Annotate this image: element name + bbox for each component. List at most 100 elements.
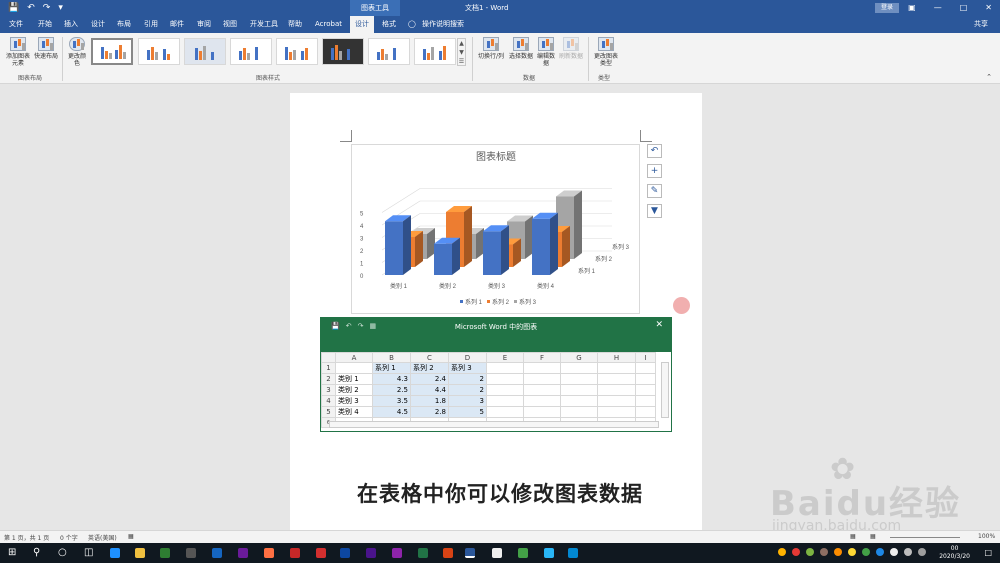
column-header[interactable]: A — [335, 352, 373, 363]
chart-style-4[interactable] — [230, 38, 272, 65]
close-icon[interactable]: ✕ — [985, 0, 992, 16]
word-count[interactable]: 0 个字 — [60, 533, 78, 542]
vertical-scrollbar[interactable] — [661, 362, 669, 418]
mail-icon[interactable] — [186, 548, 196, 558]
cell[interactable]: 3.5 — [372, 395, 411, 407]
page-count[interactable]: 第 1 页，共 1 页 — [4, 533, 49, 542]
column-header[interactable]: B — [372, 352, 411, 363]
photoshop-icon[interactable] — [340, 548, 350, 558]
tray-icon[interactable] — [834, 548, 842, 556]
excel-icon[interactable] — [418, 548, 428, 558]
cell[interactable] — [486, 362, 524, 374]
row-header[interactable]: 4 — [321, 395, 336, 407]
excel-close-icon[interactable]: ✕ — [655, 320, 663, 330]
cell[interactable] — [635, 406, 656, 418]
cell[interactable] — [560, 362, 598, 374]
ribbon-display-icon[interactable]: ▣ — [908, 0, 916, 16]
column-header[interactable]: C — [410, 352, 449, 363]
cortana-icon[interactable]: ○ — [58, 547, 67, 558]
wechat-icon[interactable] — [518, 548, 528, 558]
search-icon[interactable]: ⚲ — [33, 547, 40, 558]
row-header[interactable]: 3 — [321, 384, 336, 396]
language[interactable]: 英语(美国) — [88, 533, 117, 542]
tray-icon[interactable] — [806, 548, 814, 556]
tab-home[interactable]: 开始 — [38, 16, 52, 33]
cell[interactable]: 系列 2 — [410, 362, 449, 374]
login-button[interactable]: 登录 — [875, 3, 899, 13]
gallery-scroll[interactable]: ▲ ▼ ☰ — [457, 38, 466, 66]
column-header[interactable]: D — [448, 352, 487, 363]
cell[interactable]: 2.8 — [410, 406, 449, 418]
cell[interactable] — [560, 373, 598, 385]
word-icon[interactable] — [465, 548, 475, 558]
cell[interactable] — [597, 384, 636, 396]
excel-grid[interactable]: A B C D E F G H I 1 系列 1 系列 2 系列 3 2 类别 … — [321, 352, 656, 428]
column-header[interactable]: H — [597, 352, 636, 363]
tab-mailings[interactable]: 邮件 — [170, 16, 184, 33]
cell[interactable]: 4.4 — [410, 384, 449, 396]
cell[interactable]: 类别 3 — [335, 395, 373, 407]
select-data-button[interactable]: 选择数据 — [507, 37, 535, 60]
accessibility-icon[interactable]: ▦ — [128, 533, 134, 540]
customize-icon[interactable]: ▾ — [58, 3, 63, 13]
row-header[interactable]: 5 — [321, 406, 336, 418]
cell[interactable] — [597, 373, 636, 385]
app-icon[interactable] — [492, 548, 502, 558]
cell[interactable] — [597, 362, 636, 374]
tell-me-search[interactable]: 操作说明搜索 — [422, 16, 464, 33]
tray-icon[interactable] — [890, 548, 898, 556]
chart-styles-brush-icon[interactable]: ✎ — [647, 184, 662, 198]
chart-filter-icon[interactable]: ▼ — [647, 204, 662, 218]
explorer-icon[interactable] — [135, 548, 145, 558]
cell[interactable]: 类别 4 — [335, 406, 373, 418]
cell[interactable]: 2.4 — [410, 373, 449, 385]
tray-icon[interactable] — [820, 548, 828, 556]
app-icon[interactable] — [160, 548, 170, 558]
tray-icon[interactable] — [848, 548, 856, 556]
app-icon[interactable] — [238, 548, 248, 558]
tab-references[interactable]: 引用 — [144, 16, 158, 33]
redo-icon[interactable]: ↷ — [43, 3, 51, 13]
tab-help[interactable]: 帮助 — [288, 16, 302, 33]
quick-layout-button[interactable]: 快速布局 — [33, 37, 59, 60]
start-icon[interactable]: ⊞ — [8, 547, 16, 558]
tab-insert[interactable]: 插入 — [64, 16, 78, 33]
tab-design[interactable]: 设计 — [91, 16, 105, 33]
tab-acrobat[interactable]: Acrobat — [315, 16, 342, 33]
cell[interactable]: 系列 3 — [448, 362, 487, 374]
cell[interactable] — [635, 362, 656, 374]
cell[interactable]: 2 — [448, 373, 487, 385]
minimize-icon[interactable]: — — [934, 0, 942, 16]
chart-style-1[interactable] — [91, 38, 133, 65]
cell[interactable] — [335, 362, 373, 374]
tray-icon[interactable] — [862, 548, 870, 556]
chart-style-5[interactable] — [276, 38, 318, 65]
cell[interactable] — [635, 384, 656, 396]
app-icon[interactable] — [392, 548, 402, 558]
select-all-corner[interactable] — [321, 352, 336, 363]
collapse-ribbon-icon[interactable]: ⌃ — [986, 73, 992, 81]
tray-icon[interactable] — [918, 548, 926, 556]
save-icon[interactable]: 💾 — [8, 3, 19, 13]
cell[interactable] — [597, 406, 636, 418]
clock[interactable]: 00 2020/3/20 — [939, 545, 970, 561]
read-mode-icon[interactable]: ▦ — [850, 533, 856, 540]
chart-style-2[interactable] — [138, 38, 180, 65]
layout-options-button[interactable]: ↶ — [647, 144, 662, 158]
column-header[interactable]: E — [486, 352, 524, 363]
cell[interactable] — [486, 384, 524, 396]
cell[interactable]: 类别 2 — [335, 384, 373, 396]
tray-icon[interactable] — [778, 548, 786, 556]
tab-chart-format[interactable]: 格式 — [382, 16, 396, 33]
cell[interactable] — [635, 395, 656, 407]
change-colors-button[interactable]: 更改颜色 — [66, 37, 88, 67]
tab-layout[interactable]: 布局 — [117, 16, 131, 33]
tray-icon[interactable] — [904, 548, 912, 556]
app-icon[interactable] — [544, 548, 554, 558]
column-header[interactable]: F — [523, 352, 561, 363]
cell[interactable] — [523, 362, 561, 374]
tray-icon[interactable] — [792, 548, 800, 556]
tray-icon[interactable] — [876, 548, 884, 556]
zoom-slider[interactable] — [890, 537, 960, 538]
print-layout-icon[interactable]: ▦ — [870, 533, 876, 540]
